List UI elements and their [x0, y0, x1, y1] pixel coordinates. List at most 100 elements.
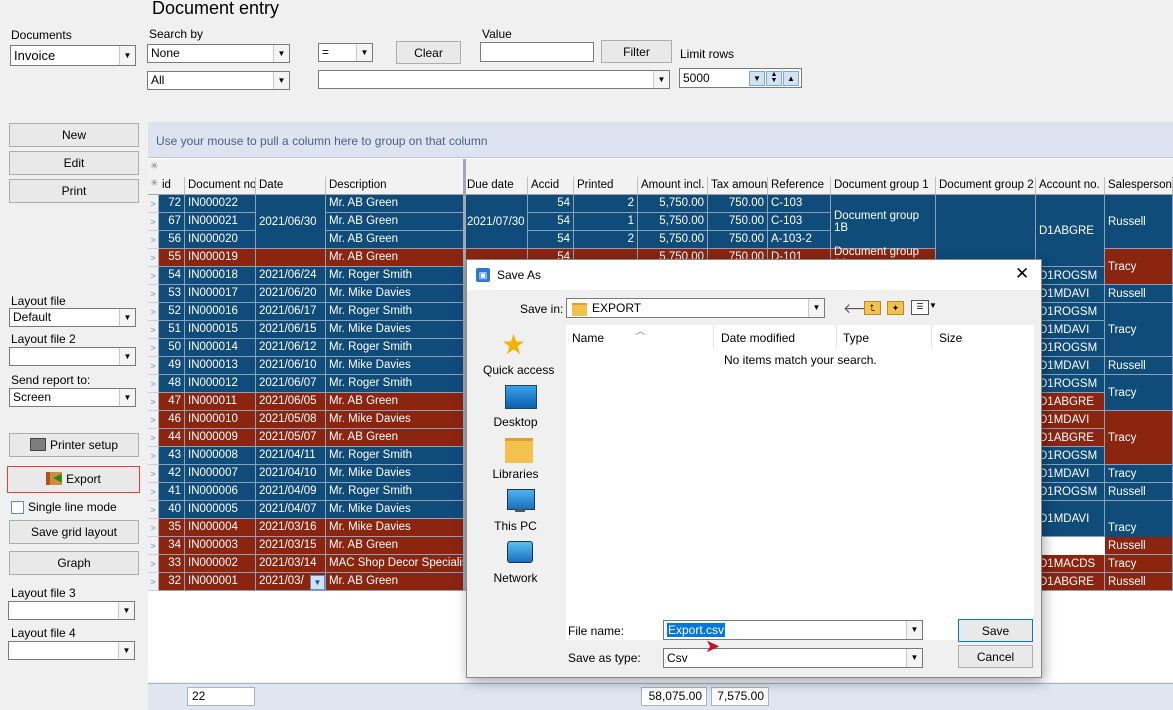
chevron-down-icon[interactable]: ▼	[929, 301, 937, 310]
page-title: Document entry	[152, 0, 280, 18]
row-indicator-icon[interactable]: >	[148, 519, 159, 537]
row-indicator-icon[interactable]: >	[148, 465, 159, 483]
search-by-select-2[interactable]: All ▼	[147, 71, 290, 90]
new-button[interactable]: New	[9, 123, 139, 147]
search-by-select[interactable]: None ▼	[147, 44, 290, 63]
row-indicator-icon[interactable]: >	[148, 447, 159, 465]
layout-file-4-select[interactable]: ▼	[8, 641, 135, 660]
clear-button[interactable]: Clear	[396, 41, 461, 64]
table-cell: IN000018	[185, 267, 256, 285]
layout-file-2-select[interactable]: ▼	[9, 347, 136, 366]
row-indicator-icon[interactable]: >	[148, 429, 159, 447]
column-header[interactable]: Salesperson	[1105, 177, 1173, 194]
row-indicator-icon[interactable]: >	[148, 231, 159, 249]
row-indicator-icon[interactable]: >	[148, 483, 159, 501]
place-desktop[interactable]: Desktop	[473, 382, 558, 432]
row-indicator-icon[interactable]: >	[148, 501, 159, 519]
layout-file-2-label: Layout file 2	[11, 332, 76, 346]
column-header[interactable]: Document group 1	[831, 177, 936, 194]
value-input[interactable]	[480, 42, 594, 62]
column-header[interactable]: Amount incl.	[638, 177, 708, 194]
dropdown-icon[interactable]: ▼	[749, 71, 765, 86]
send-report-select[interactable]: Screen ▼	[9, 388, 136, 407]
computer-icon	[507, 489, 535, 510]
documents-select[interactable]: Invoice ▼	[10, 45, 136, 66]
column-header[interactable]: Description	[326, 177, 464, 194]
date-picker-icon[interactable]: ▼	[310, 575, 325, 590]
column-header[interactable]: Tax amount	[708, 177, 768, 194]
row-indicator-icon[interactable]: >	[148, 357, 159, 375]
save-button[interactable]: Save	[958, 619, 1033, 642]
row-indicator-icon[interactable]: >	[148, 249, 159, 267]
dialog-title: Save As	[497, 268, 542, 282]
limit-rows-input[interactable]: 5000 ▼ ▲ ▼ ▲	[679, 68, 802, 88]
cancel-button[interactable]: Cancel	[958, 645, 1033, 668]
table-cell: 44	[159, 429, 185, 447]
print-button[interactable]: Print	[9, 179, 139, 203]
place-this-pc[interactable]: This PC	[473, 486, 558, 536]
save-in-select[interactable]: EXPORT ▼	[566, 298, 825, 318]
save-type-select[interactable]: Csv ▼	[663, 648, 923, 668]
layout-file-select[interactable]: Default ▼	[9, 308, 136, 327]
row-indicator-icon[interactable]: >	[148, 285, 159, 303]
row-indicator-icon[interactable]: >	[148, 411, 159, 429]
account-cell: D1MDAVI	[1036, 357, 1105, 375]
row-indicator-icon[interactable]: >	[148, 375, 159, 393]
place-libraries[interactable]: Libraries	[473, 434, 558, 484]
column-header[interactable]: Document no.	[185, 177, 256, 194]
column-header[interactable]: Reference	[768, 177, 831, 194]
column-header[interactable]: Due date	[464, 177, 528, 194]
up-folder-icon[interactable]: ⮤	[864, 301, 881, 315]
graph-button[interactable]: Graph	[9, 551, 139, 575]
chevron-down-icon: ▼	[273, 45, 289, 62]
file-list[interactable]: ︿ Name Date modified Type Size No items …	[566, 325, 1034, 640]
table-cell: 5,750.00	[638, 195, 708, 213]
row-indicator-icon[interactable]: >	[148, 195, 159, 213]
column-header[interactable]: Date	[256, 177, 326, 194]
export-button[interactable]: ◀ Export	[7, 466, 140, 493]
spin-icon[interactable]: ▲ ▼	[766, 71, 782, 86]
table-cell: IN000003	[185, 537, 256, 555]
col-date-modified[interactable]: Date modified	[721, 331, 795, 345]
place-network[interactable]: Network	[473, 538, 558, 588]
layout-file-3-select[interactable]: ▼	[8, 601, 135, 620]
column-header[interactable]: Document group 2	[936, 177, 1036, 194]
row-indicator-icon[interactable]: >	[148, 537, 159, 555]
column-header[interactable]: Printed	[574, 177, 638, 194]
edit-button[interactable]: Edit	[9, 151, 139, 175]
printer-setup-button[interactable]: Printer setup	[9, 433, 139, 457]
row-indicator-icon[interactable]: >	[148, 393, 159, 411]
row-indicator-icon[interactable]: >	[148, 303, 159, 321]
row-indicator-icon[interactable]: >	[148, 555, 159, 573]
column-header[interactable]: Account no.	[1036, 177, 1105, 194]
row-indicator-icon[interactable]: >	[148, 339, 159, 357]
close-icon[interactable]: ✕	[1015, 264, 1029, 284]
table-cell: 43	[159, 447, 185, 465]
col-name[interactable]: Name	[572, 331, 604, 345]
filter-button[interactable]: Filter	[601, 40, 672, 63]
salesperson-cell: Tracy	[1105, 411, 1173, 465]
operator-select[interactable]: = ▼	[318, 43, 373, 62]
col-size[interactable]: Size	[939, 331, 962, 345]
documents-value: Invoice	[14, 48, 56, 63]
row-indicator-icon[interactable]: >	[148, 573, 159, 591]
table-cell: IN000020	[185, 231, 256, 249]
row-indicator-icon[interactable]: >	[148, 267, 159, 285]
group-panel[interactable]: Use your mouse to pull a column here to …	[148, 122, 1173, 158]
place-quick-access[interactable]: ★ Quick access	[473, 330, 558, 380]
table-cell: IN000005	[185, 501, 256, 519]
col-type[interactable]: Type	[843, 331, 869, 345]
row-indicator-icon[interactable]: >	[148, 213, 159, 231]
new-folder-icon[interactable]: ✦	[887, 301, 904, 315]
save-grid-layout-button[interactable]: Save grid layout	[9, 520, 139, 544]
file-name-input[interactable]: Export.csv ▼	[663, 620, 923, 640]
single-line-checkbox[interactable]	[11, 501, 24, 514]
column-header[interactable]: id	[159, 177, 185, 194]
row-indicator-icon[interactable]: >	[148, 321, 159, 339]
up-icon[interactable]: ▲	[783, 71, 799, 86]
splitter[interactable]	[463, 159, 466, 177]
view-menu-icon[interactable]: ☰	[911, 300, 929, 315]
table-cell: 55	[159, 249, 185, 267]
column-header[interactable]: Accid	[528, 177, 574, 194]
value-list-select[interactable]: ▼	[318, 70, 670, 89]
